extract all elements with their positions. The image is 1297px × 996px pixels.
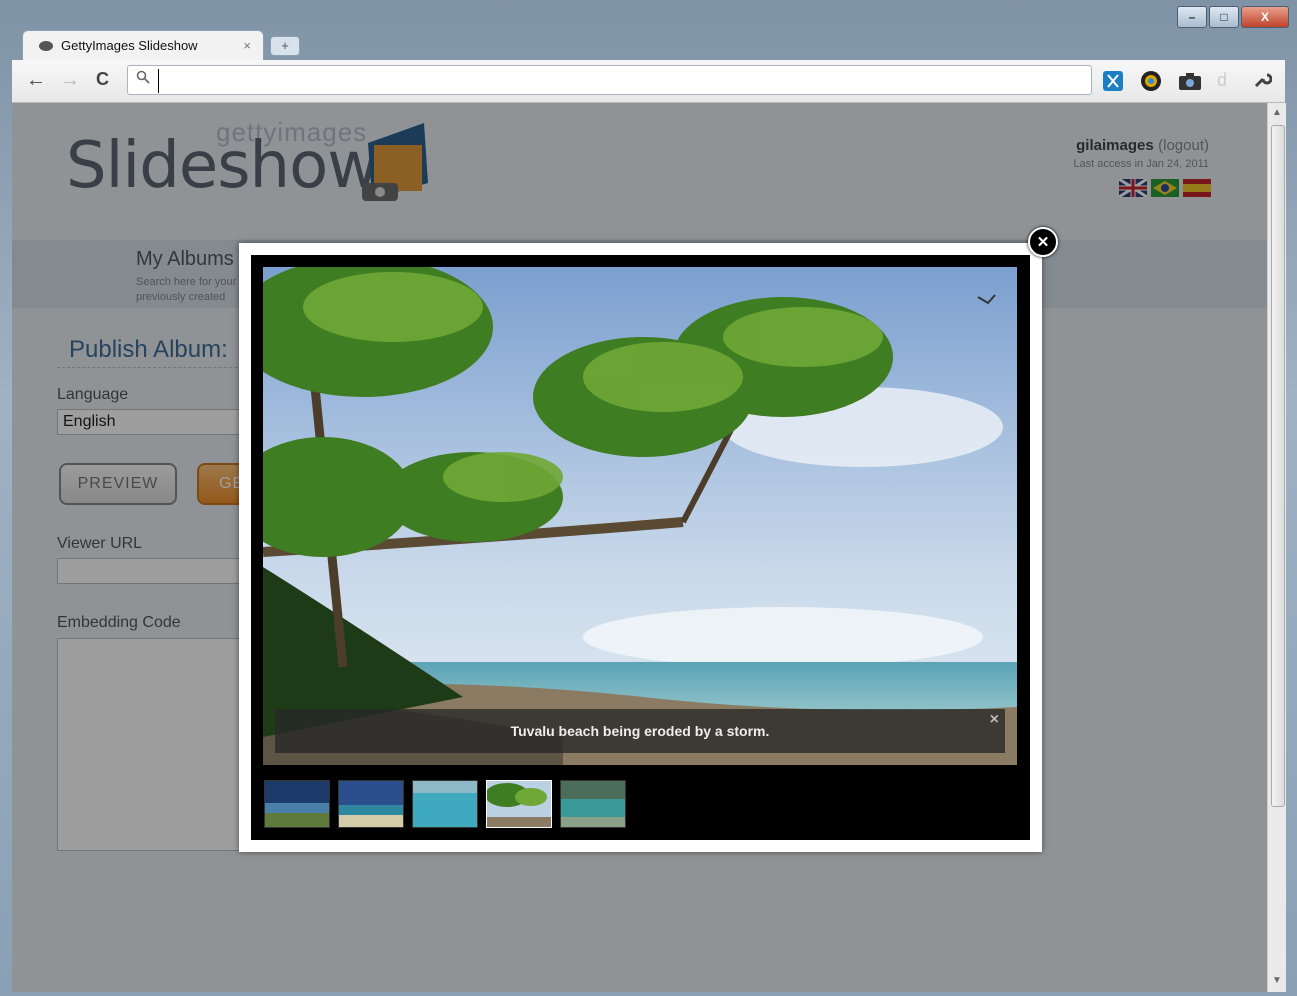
thumbnail[interactable] — [412, 780, 478, 828]
thumbnail-strip — [264, 780, 626, 828]
caption-text: Tuvalu beach being eroded by a storm. — [510, 723, 770, 739]
thumbnail[interactable] — [560, 780, 626, 828]
lightbox-close-button[interactable]: ✕ — [1028, 227, 1058, 257]
browser-tab[interactable]: GettyImages Slideshow × — [22, 30, 264, 60]
favicon-icon — [39, 40, 53, 51]
d-extension-icon[interactable]: d — [1217, 70, 1227, 91]
minimize-button[interactable]: – — [1177, 6, 1207, 28]
slide-photo[interactable]: Tuvalu beach being eroded by a storm. × — [263, 267, 1017, 765]
address-bar[interactable] — [127, 65, 1092, 95]
photo-caption: Tuvalu beach being eroded by a storm. × — [275, 709, 1005, 753]
slideshow-lightbox: Tuvalu beach being eroded by a storm. × — [239, 243, 1042, 852]
address-input[interactable] — [158, 69, 1083, 93]
thumbnail-active[interactable] — [486, 780, 552, 828]
camera-extension-icon[interactable] — [1178, 70, 1202, 97]
search-icon — [136, 70, 150, 89]
vertical-scrollbar[interactable]: ▲ ▼ — [1267, 103, 1286, 992]
back-button[interactable]: ← — [26, 69, 46, 92]
scroll-thumb[interactable] — [1271, 125, 1285, 807]
close-window-button[interactable]: X — [1241, 6, 1289, 28]
caption-close-icon[interactable]: × — [990, 711, 999, 729]
tab-title: GettyImages Slideshow — [61, 38, 198, 53]
thumbnail[interactable] — [338, 780, 404, 828]
bookmark-extension-icon[interactable] — [1102, 70, 1124, 97]
thumbnail[interactable] — [264, 780, 330, 828]
window-controls: – □ X — [1177, 6, 1289, 28]
browser-toolbar: ← → C d — [12, 60, 1285, 103]
lightbox-stage: Tuvalu beach being eroded by a storm. × — [251, 255, 1030, 840]
wrench-icon[interactable] — [1252, 70, 1273, 95]
forward-button[interactable]: → — [60, 69, 80, 92]
reload-button[interactable]: C — [96, 69, 109, 90]
maximize-button[interactable]: □ — [1209, 6, 1239, 28]
new-tab-button[interactable]: + — [270, 36, 300, 56]
scroll-up-arrow-icon[interactable]: ▲ — [1272, 107, 1282, 118]
scroll-down-arrow-icon[interactable]: ▼ — [1272, 975, 1282, 986]
color-picker-extension-icon[interactable] — [1140, 70, 1162, 97]
tab-close-icon[interactable]: × — [243, 38, 251, 53]
